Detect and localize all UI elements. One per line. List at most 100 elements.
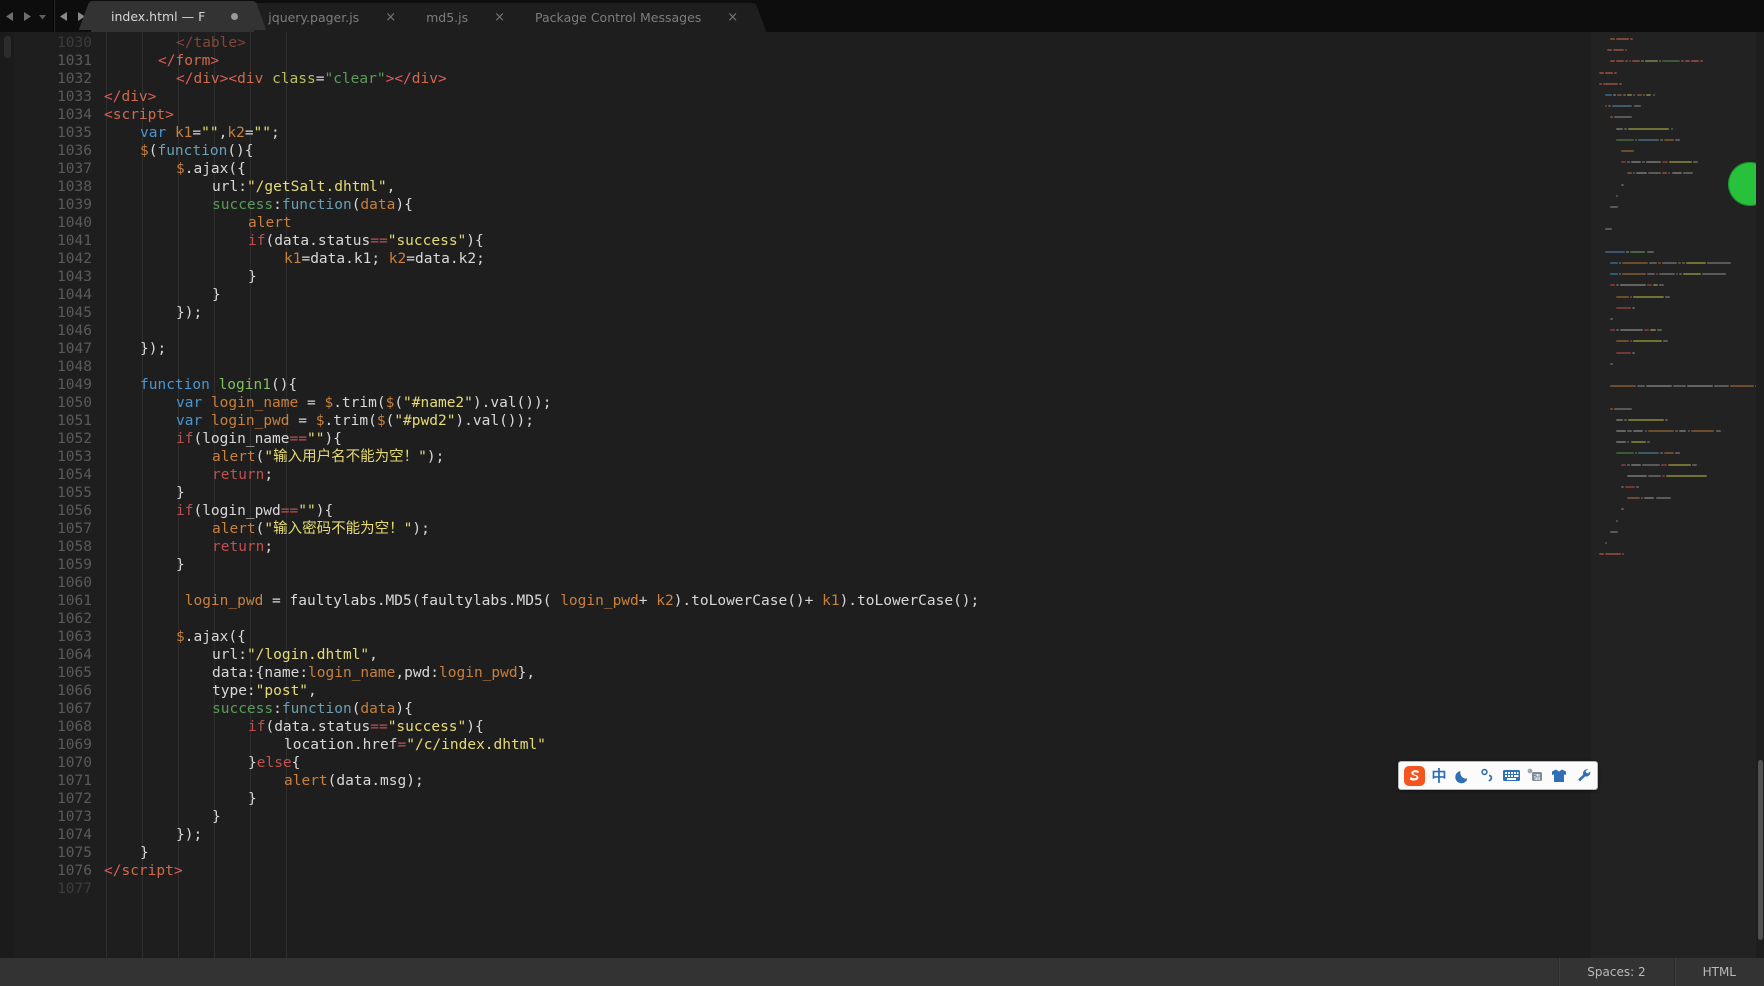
code-token: ){	[315, 503, 334, 519]
code-line[interactable]: </table>	[176, 34, 246, 52]
code-line[interactable]: }else{	[248, 754, 300, 772]
minimap-line	[1636, 94, 1642, 96]
sogou-ime-toolbar[interactable]: 中 语	[1398, 761, 1598, 790]
vertical-scrollbar-thumb[interactable]	[1758, 760, 1763, 940]
code-line[interactable]: return;	[212, 538, 273, 556]
code-line[interactable]: if(login_pwd==""){	[176, 502, 333, 520]
input-method-switch-icon[interactable]: 语	[1524, 765, 1546, 787]
code-token: ==	[280, 503, 299, 519]
code-token: (	[265, 719, 275, 735]
code-line[interactable]: alert(data.msg);	[284, 772, 424, 790]
code-token: }	[248, 791, 257, 807]
sublime-text-window: index.html — Fjquery.pager.js × md5.js × Pac…	[0, 0, 1764, 986]
code-line[interactable]: var k1="",k2="";	[140, 124, 280, 142]
minimap-line	[1616, 94, 1623, 96]
tab-dirty-indicator-icon[interactable]	[231, 13, 239, 20]
code-line[interactable]: success:function(data){	[212, 700, 413, 718]
full-half-width-icon[interactable]	[1476, 765, 1498, 787]
code-line[interactable]: }	[176, 484, 185, 502]
code-line[interactable]: <script>	[104, 106, 174, 124]
code-line[interactable]: var login_name = $.trim($("#name2").val(…	[176, 394, 551, 412]
tab-close-icon[interactable]: ×	[727, 11, 738, 24]
tab-package-control-messages[interactable]: Package Control Messages ×	[502, 3, 767, 32]
code-token: login_pwd	[202, 503, 281, 519]
minimap-line	[1647, 441, 1650, 444]
toolbox-icon[interactable]	[1572, 765, 1594, 787]
code-token: >	[437, 71, 447, 87]
code-line[interactable]: data:{name:login_name,pwd:login_pwd},	[212, 664, 535, 682]
code-line[interactable]: });	[176, 304, 202, 322]
history-back-icon[interactable]	[4, 6, 17, 26]
code-line[interactable]: if(data.status=="success"){	[248, 232, 484, 250]
code-line[interactable]: location.href="/c/index.dhtml"	[284, 736, 546, 754]
code-line[interactable]: $.ajax({	[176, 160, 246, 178]
minimap-line	[1614, 71, 1617, 74]
line-number: 1077	[57, 881, 92, 897]
tab-jquery-pager-js[interactable]: jquery.pager.js ×	[236, 3, 425, 32]
code-line[interactable]: }	[212, 286, 221, 304]
code-token: type	[212, 683, 247, 699]
code-line[interactable]: }	[248, 268, 257, 286]
punctuation-mode-icon[interactable]	[1452, 765, 1474, 787]
skin-icon[interactable]	[1548, 765, 1570, 787]
minimap-line	[1661, 262, 1678, 264]
code-line[interactable]: var login_pwd = $.trim($("#pwd2").val())…	[176, 412, 534, 430]
code-line[interactable]: alert	[248, 214, 292, 232]
code-token: login_name	[202, 431, 290, 447]
code-token: div	[237, 71, 264, 87]
code-line[interactable]: k1=data.k1; k2=data.k2;	[284, 250, 485, 268]
code-line[interactable]: function login1(){	[140, 376, 297, 394]
code-line[interactable]: }	[248, 790, 257, 808]
history-forward-icon[interactable]	[20, 6, 33, 26]
history-menu-icon[interactable]	[36, 6, 49, 26]
code-line[interactable]: alert("输入密码不能为空！");	[212, 520, 430, 538]
status-syntax[interactable]: HTML	[1675, 965, 1764, 979]
code-token: .status	[309, 719, 371, 735]
code-line[interactable]: type:"post",	[212, 682, 317, 700]
code-token: form	[175, 53, 211, 69]
code-token: name	[264, 665, 300, 681]
code-line[interactable]: }	[140, 844, 149, 862]
tab-close-icon[interactable]: ×	[494, 11, 505, 24]
code-line[interactable]: }	[176, 556, 185, 574]
code-line[interactable]: if(login_name==""){	[176, 430, 342, 448]
soft-keyboard-icon[interactable]	[1500, 765, 1522, 787]
code-line[interactable]: </div><div class="clear"></div>	[176, 70, 447, 88]
code-line[interactable]: });	[140, 340, 166, 358]
minimap-line	[1662, 161, 1668, 164]
code-line[interactable]: alert("输入用户名不能为空！");	[212, 448, 444, 466]
status-indentation[interactable]: Spaces: 2	[1559, 965, 1673, 979]
code-line[interactable]: $(function(){	[140, 142, 254, 160]
code-line[interactable]: </div>	[104, 88, 156, 106]
minimap[interactable]	[1591, 32, 1756, 958]
code-token: ).toLowerCase()+	[673, 593, 823, 609]
code-line[interactable]: success:function(data){	[212, 196, 413, 214]
code-line[interactable]: return;	[212, 466, 273, 484]
minimap-line	[1626, 250, 1629, 253]
tab-md5-js[interactable]: md5.js ×	[393, 3, 534, 32]
code-line[interactable]: $.ajax({	[176, 628, 246, 646]
code-token: .msg);	[371, 773, 424, 789]
code-line[interactable]: </form>	[158, 52, 219, 70]
code-line[interactable]: url:"/login.dhtml",	[212, 646, 378, 664]
line-number: 1031	[57, 53, 92, 69]
code-token: });	[176, 305, 203, 321]
chinese-mode-icon[interactable]: 中	[1428, 765, 1450, 787]
code-line[interactable]: if(data.status=="success"){	[248, 718, 484, 736]
code-content[interactable]: </table> </form> </div><div class="clear">…	[104, 32, 1764, 958]
minimap-line	[1656, 329, 1662, 332]
code-token: <	[228, 71, 238, 87]
code-line[interactable]: });	[176, 826, 202, 844]
code-line[interactable]: url:"/getSalt.dhtml",	[212, 178, 395, 196]
code-editor[interactable]: 1030 1031 1032 1033 1034 1035 1036 1037 1038 1039…	[0, 32, 1764, 958]
code-line[interactable]: }	[212, 808, 221, 826]
code-token: k1	[284, 251, 302, 267]
sogou-logo-icon[interactable]	[1402, 764, 1426, 787]
tab-close-icon[interactable]: ×	[385, 11, 396, 24]
tab-index-html-f[interactable]: index.html — F	[78, 1, 267, 32]
code-line[interactable]: </script>	[104, 862, 183, 880]
fold-marker-icon[interactable]	[4, 36, 11, 58]
code-line[interactable]: login_pwd = faultylabs.MD5(faultylabs.MD…	[176, 592, 980, 610]
tab-prev-icon[interactable]	[58, 6, 71, 26]
